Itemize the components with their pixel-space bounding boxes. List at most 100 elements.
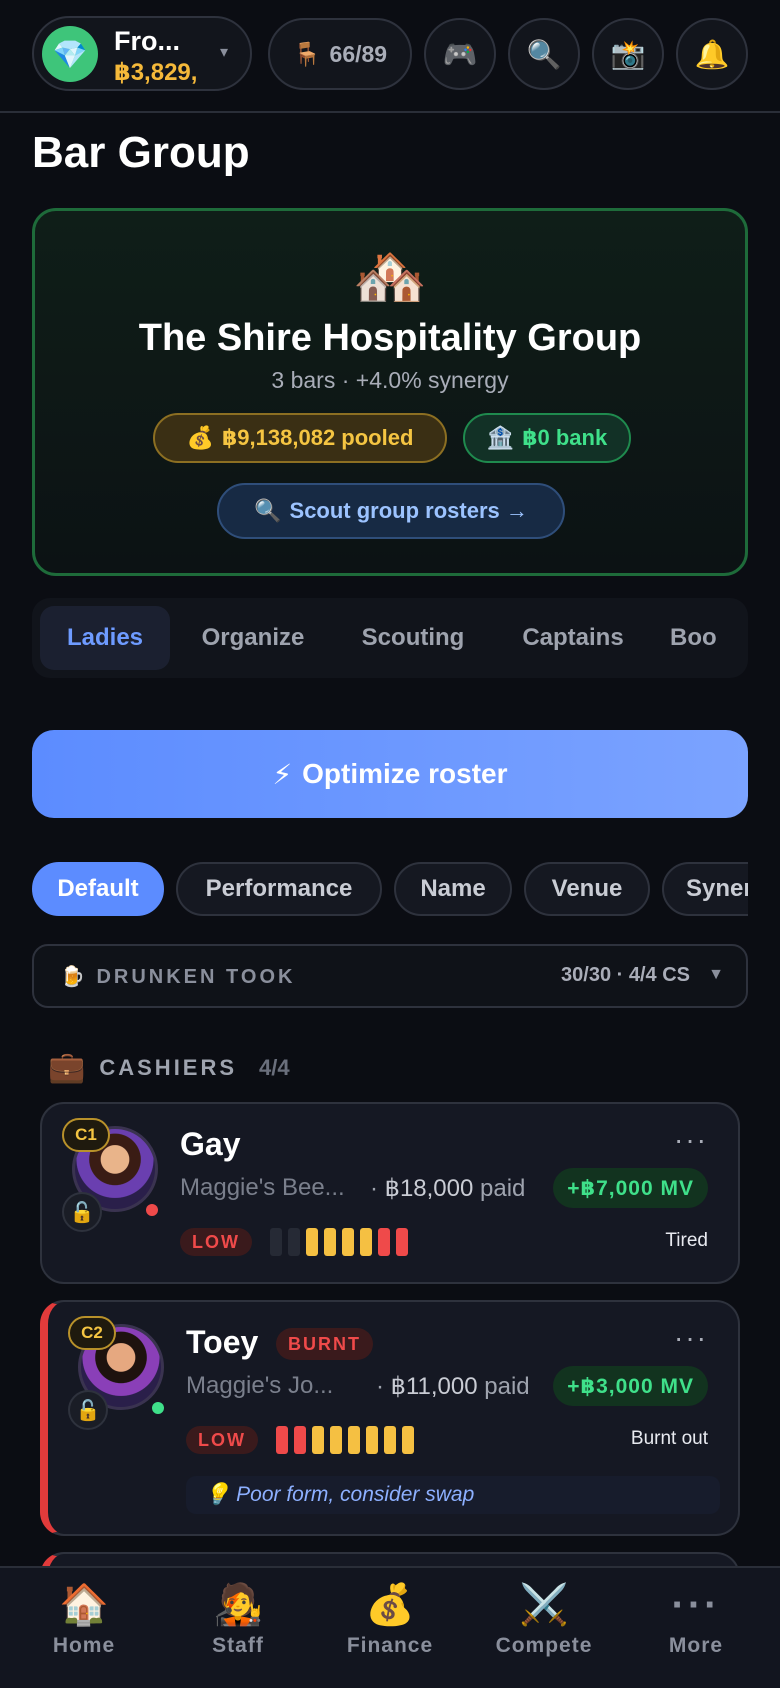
lightbulb-icon: 💡 xyxy=(204,1483,231,1506)
lady-status: Tired xyxy=(665,1230,708,1251)
bank-icon: 🏦 xyxy=(486,425,515,450)
form-badge: LOW xyxy=(180,1228,252,1256)
venue-name-wrap: 🍺 DRUNKEN TOOK xyxy=(60,964,295,989)
nav-finance-label: Finance xyxy=(346,1634,434,1657)
money-bag-icon: 💰 xyxy=(365,1583,415,1627)
paid-suffix: paid xyxy=(480,1175,526,1202)
swords-icon: ⚔️ xyxy=(519,1583,569,1627)
search-icon: 🔍 xyxy=(254,498,282,523)
optimize-roster-label: Optimize roster xyxy=(302,758,508,789)
nav-compete[interactable]: ⚔️ Compete xyxy=(466,1580,622,1658)
chevron-down-icon: ▾ xyxy=(220,44,229,61)
burnt-badge: BURNT xyxy=(276,1328,373,1360)
tab-ladies[interactable]: Ladies xyxy=(40,606,170,670)
nav-compete-label: Compete xyxy=(495,1634,593,1657)
lady-card[interactable]: C1 🔓 Gay ··· Maggie's Bee... · ฿18,000 p… xyxy=(40,1102,740,1284)
seats-value: 66/89 xyxy=(329,40,388,67)
market-value-badge: +฿3,000 MV xyxy=(553,1366,708,1406)
profile-switcher[interactable]: 💎 Fro... ฿3,829, ▾ xyxy=(32,16,252,91)
nav-home-label: Home xyxy=(52,1634,116,1657)
unlock-icon[interactable]: 🔓 xyxy=(68,1390,108,1430)
section-header-cashiers: 💼 CASHIERS 4/4 xyxy=(48,1050,290,1085)
lady-paid: · ฿18,000 paid xyxy=(370,1175,526,1202)
houses-icon: 🏘️ xyxy=(352,243,428,310)
camera-icon[interactable]: 📸 xyxy=(592,18,664,90)
sort-default[interactable]: Default xyxy=(32,862,164,916)
energy-segment xyxy=(324,1228,336,1256)
profile-name: Fro... xyxy=(114,26,180,56)
scout-rosters-label: Scout group rosters → xyxy=(289,498,528,523)
unlock-icon[interactable]: 🔓 xyxy=(62,1192,102,1232)
page-title: Bar Group xyxy=(32,128,250,177)
gamepad-icon[interactable]: 🎮 xyxy=(424,18,496,90)
energy-segment xyxy=(384,1426,396,1454)
energy-segment xyxy=(348,1426,360,1454)
lady-status: Burnt out xyxy=(630,1428,708,1449)
energy-segment xyxy=(270,1228,282,1256)
energy-segment xyxy=(360,1228,372,1256)
energy-segment xyxy=(288,1228,300,1256)
more-menu-icon[interactable]: ··· xyxy=(674,1322,708,1354)
energy-segment xyxy=(312,1426,324,1454)
lady-card[interactable]: C2 🔓 Toey BURNT ··· Maggie's Jo... · ฿11… xyxy=(40,1300,740,1536)
nav-more-label: More xyxy=(668,1634,724,1657)
nav-staff[interactable]: 🧑‍🎤 Staff xyxy=(160,1580,316,1658)
tab-captains[interactable]: Captains xyxy=(498,606,648,670)
group-subtitle: 3 bars · +4.0% synergy xyxy=(271,367,509,393)
search-icon[interactable]: 🔍 xyxy=(508,18,580,90)
seats-counter[interactable]: 🪑 66/89 xyxy=(268,18,412,90)
optimize-roster-button[interactable]: ⚡ Optimize roster xyxy=(32,730,748,818)
status-dot xyxy=(146,1204,158,1216)
lady-bar: Maggie's Bee... xyxy=(180,1174,345,1201)
section-count: 4/4 xyxy=(259,1054,290,1080)
status-dot xyxy=(152,1402,164,1414)
energy-segment xyxy=(378,1228,390,1256)
energy-segment xyxy=(402,1426,414,1454)
bank-badge: 🏦 ฿0 bank xyxy=(463,413,631,463)
more-menu-icon[interactable]: ··· xyxy=(674,1124,708,1156)
venue-stats: 30/30 · 4/4 CS xyxy=(561,964,690,986)
sort-synergy[interactable]: Syner xyxy=(662,862,748,916)
lady-bar: Maggie's Jo... xyxy=(186,1372,334,1399)
energy-segment xyxy=(276,1426,288,1454)
tab-scouting[interactable]: Scouting xyxy=(338,606,488,670)
energy-segment xyxy=(294,1426,306,1454)
energy-segment xyxy=(330,1426,342,1454)
sort-performance[interactable]: Performance xyxy=(176,862,382,916)
paid-amount: ฿11,000 xyxy=(390,1373,478,1400)
briefcase-icon: 💼 xyxy=(48,1051,86,1084)
venue-selector[interactable]: 🍺 DRUNKEN TOOK 30/30 · 4/4 CS ▼ xyxy=(32,944,748,1008)
group-card: 🏘️ The Shire Hospitality Group 3 bars · … xyxy=(32,208,748,576)
top-bar: 💎 Fro... ฿3,829, ▾ 🪑 66/89 🎮 🔍 📸 🔔 xyxy=(0,0,780,113)
pooled-badge: 💰 ฿9,138,082 pooled xyxy=(153,413,447,463)
sort-options: Default Performance Name Venue Syner xyxy=(32,862,748,918)
paid-suffix: paid xyxy=(484,1373,530,1400)
staff-icon: 🧑‍🎤 xyxy=(213,1583,263,1627)
energy-segment xyxy=(306,1228,318,1256)
nav-home[interactable]: 🏠 Home xyxy=(6,1580,162,1658)
group-name: The Shire Hospitality Group xyxy=(138,317,642,359)
profile-balance: ฿3,829, xyxy=(114,59,198,86)
venue-name: DRUNKEN TOOK xyxy=(96,966,296,988)
home-icon: 🏠 xyxy=(59,1583,109,1627)
tab-boo[interactable]: Boo xyxy=(658,606,748,670)
gem-icon: 💎 xyxy=(42,26,98,82)
form-badge: LOW xyxy=(186,1426,258,1454)
lightning-icon: ⚡ xyxy=(272,758,293,790)
nav-finance[interactable]: 💰 Finance xyxy=(312,1580,468,1658)
sort-venue[interactable]: Venue xyxy=(524,862,650,916)
lady-paid: · ฿11,000 paid xyxy=(376,1373,530,1400)
bell-icon[interactable]: 🔔 xyxy=(676,18,748,90)
market-value-badge: +฿7,000 MV xyxy=(553,1168,708,1208)
scout-rosters-button[interactable]: 🔍 Scout group rosters → xyxy=(217,483,565,539)
sort-name[interactable]: Name xyxy=(394,862,512,916)
energy-segment xyxy=(396,1228,408,1256)
captain-badge: C1 xyxy=(62,1118,110,1152)
nav-more[interactable]: ··· More xyxy=(618,1580,774,1658)
pooled-value: ฿9,138,082 pooled xyxy=(222,425,414,450)
lady-name: Gay xyxy=(180,1126,241,1162)
energy-meter xyxy=(276,1426,414,1454)
beer-icon: 🍺 xyxy=(60,966,88,988)
tab-organize[interactable]: Organize xyxy=(178,606,328,670)
tab-bar: Ladies Organize Scouting Captains Boo xyxy=(32,598,748,678)
